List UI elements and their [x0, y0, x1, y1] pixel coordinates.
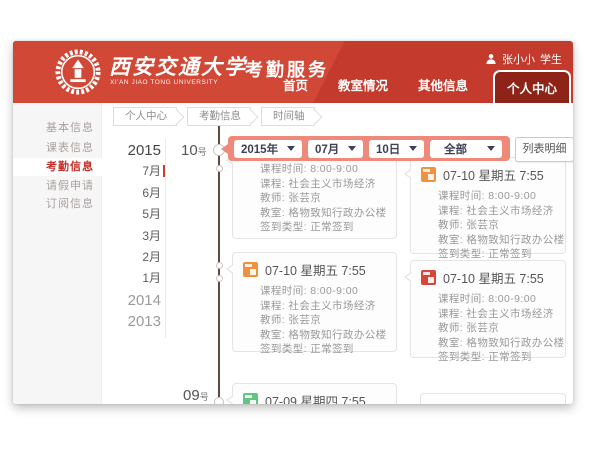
timeline-month-may[interactable]: 5月	[113, 204, 161, 225]
list-detail-button[interactable]: 列表明细	[515, 137, 573, 162]
chevron-down-icon	[409, 146, 417, 151]
card-course-time: 课程时间: 8:00-9:00	[260, 284, 388, 299]
app-header: 西安交通大学 XI'AN JIAO TONG UNIVERSITY 考勤服务 张…	[13, 41, 573, 103]
timeline-year-2013[interactable]: 2013	[113, 311, 161, 332]
card-teacher: 教师: 张芸京	[438, 321, 557, 336]
timeline-year-2015[interactable]: 2015	[113, 140, 161, 161]
user-role: 学生	[540, 51, 562, 67]
chevron-down-icon	[287, 146, 295, 151]
university-emblem-icon	[55, 49, 101, 95]
day-marker-10-num: 10	[181, 142, 198, 159]
sidebar-item-subscription-info[interactable]: 订阅信息	[13, 195, 101, 213]
university-name-en: XI'AN JIAO TONG UNIVERSITY	[110, 79, 218, 86]
timeline-month-jun[interactable]: 6月	[113, 183, 161, 204]
year-dropdown[interactable]: 2015年	[234, 140, 302, 158]
timeline-month-mar[interactable]: 3月	[113, 226, 161, 247]
attendance-card-body: 课程时间: 8:00-9:00 课程: 社会主义市场经济 教师: 张芸京 教室:…	[233, 282, 396, 363]
timeline-node-card1	[216, 165, 223, 172]
card-date-title: 07-09 星期四 7:55	[265, 391, 366, 404]
attendance-card-header: 07-09 星期四 7:55	[233, 384, 396, 404]
timeline-month-jan[interactable]: 1月	[113, 268, 161, 289]
card-course: 课程: 社会主义市场经济	[438, 307, 557, 322]
attendance-card-body: 课程时间: 8:00-9:00 课程: 社会主义市场经济 教师: 张芸京 教室:…	[411, 187, 565, 268]
card-course: 课程: 社会主义市场经济	[438, 204, 557, 219]
sidebar-item-leave-request[interactable]: 请假申请	[13, 177, 101, 195]
person-icon	[485, 53, 497, 65]
timeline-month-feb[interactable]: 2月	[113, 247, 161, 268]
breadcrumb-attendance-info[interactable]: 考勤信息	[187, 107, 251, 126]
attendance-card: 07-09 星期四 7:55	[232, 383, 397, 404]
breadcrumb: 个人中心 考勤信息 时间轴	[113, 107, 315, 126]
timeline-node-card3	[216, 262, 223, 269]
type-dropdown-value: 全部	[444, 141, 467, 157]
status-late-icon	[421, 167, 436, 182]
day-dropdown[interactable]: 10日	[369, 140, 424, 158]
day-marker-10-unit: 号	[198, 147, 207, 157]
card-date-title: 07-10 星期五 7:55	[265, 260, 366, 279]
attendance-card-stub	[420, 393, 566, 404]
attendance-card: 07-10 星期五 7:55 课程时间: 8:00-9:00 课程: 社会主义市…	[410, 260, 566, 358]
sidebar: 基本信息 课表信息 考勤信息 请假申请 订阅信息	[13, 103, 102, 404]
breadcrumb-personal-center[interactable]: 个人中心	[113, 107, 177, 126]
year-dropdown-value: 2015年	[241, 141, 278, 157]
card-signin-type: 签到类型: 正常签到	[260, 220, 388, 235]
user-menu[interactable]: 张小小 学生	[485, 51, 562, 67]
timeline-node-card4	[216, 275, 223, 282]
card-course-time: 课程时间: 8:00-9:00	[260, 162, 388, 177]
chevron-down-icon	[487, 146, 495, 151]
month-dropdown-value: 07月	[315, 141, 339, 157]
rail-divider	[165, 138, 166, 338]
card-teacher: 教师: 张芸京	[260, 313, 388, 328]
timeline-year-2014[interactable]: 2014	[113, 290, 161, 311]
day-marker-09: 09号	[183, 387, 209, 404]
card-course-time: 课程时间: 8:00-9:00	[438, 189, 557, 204]
card-signin-type: 签到类型: 正常签到	[438, 350, 557, 365]
card-classroom: 教室: 格物致知行政办公楼	[260, 206, 388, 221]
type-dropdown[interactable]: 全部	[430, 140, 502, 158]
attendance-card-header: 07-10 星期五 7:55	[411, 158, 565, 187]
chevron-down-icon	[348, 146, 356, 151]
day-dropdown-value: 10日	[376, 141, 400, 157]
attendance-app-window: 西安交通大学 XI'AN JIAO TONG UNIVERSITY 考勤服务 张…	[13, 41, 573, 404]
status-normal-icon	[243, 393, 258, 404]
card-classroom: 教室: 格物致知行政办公楼	[260, 328, 388, 343]
main-nav: 首页 教室情况 其他信息 个人中心	[268, 70, 571, 103]
nav-tab-personal-center-active[interactable]: 个人中心	[493, 70, 571, 103]
card-date-title: 07-10 星期五 7:55	[443, 165, 544, 184]
card-teacher: 教师: 张芸京	[438, 218, 557, 233]
status-absent-icon	[421, 270, 436, 285]
attendance-card-header: 07-10 星期五 7:55	[411, 261, 565, 290]
timeline-node-day09	[214, 397, 224, 404]
sidebar-item-basic-info[interactable]: 基本信息	[13, 119, 101, 137]
nav-item-classrooms[interactable]: 教室情况	[323, 75, 403, 103]
day-marker-10: 10号	[181, 142, 207, 160]
card-course: 课程: 社会主义市场经济	[260, 177, 388, 192]
sidebar-item-attendance-info-active[interactable]: 考勤信息	[13, 158, 102, 176]
attendance-card: 07-10 星期五 7:55 课程时间: 8:00-9:00 课程: 社会主义市…	[410, 157, 566, 254]
nav-item-home[interactable]: 首页	[268, 75, 323, 103]
month-dropdown[interactable]: 07月	[308, 140, 363, 158]
nav-item-other-info[interactable]: 其他信息	[403, 75, 483, 103]
status-late-icon	[243, 262, 258, 277]
attendance-card-body: 课程时间: 8:00-9:00 课程: 社会主义市场经济 教师: 张芸京 教室:…	[411, 290, 565, 371]
attendance-card-header: 07-10 星期五 7:55	[233, 253, 396, 282]
filter-bar: 2015年 07月 10日 全部	[228, 136, 510, 161]
attendance-card: 07-10 星期五 7:55 课程时间: 8:00-9:00 课程: 社会主义市…	[232, 252, 397, 352]
card-date-title: 07-10 星期五 7:55	[443, 268, 544, 287]
card-signin-type: 签到类型: 正常签到	[260, 342, 388, 357]
card-course: 课程: 社会主义市场经济	[260, 299, 388, 314]
day-marker-09-unit: 号	[200, 392, 209, 402]
card-classroom: 教室: 格物致知行政办公楼	[438, 336, 557, 351]
day-marker-09-num: 09	[183, 387, 200, 404]
card-teacher: 教师: 张芸京	[260, 191, 388, 206]
user-name: 张小小	[502, 51, 535, 67]
timeline-year-list: 2015 7月 6月 5月 3月 2月 1月 2014 2013	[113, 140, 161, 333]
card-course-time: 课程时间: 8:00-9:00	[438, 292, 557, 307]
breadcrumb-timeline[interactable]: 时间轴	[261, 107, 315, 126]
university-name-cn: 西安交通大学	[109, 51, 247, 81]
card-classroom: 教室: 格物致知行政办公楼	[438, 233, 557, 248]
sidebar-item-schedule-info[interactable]: 课表信息	[13, 139, 101, 157]
timeline-month-jul[interactable]: 7月	[113, 161, 161, 182]
